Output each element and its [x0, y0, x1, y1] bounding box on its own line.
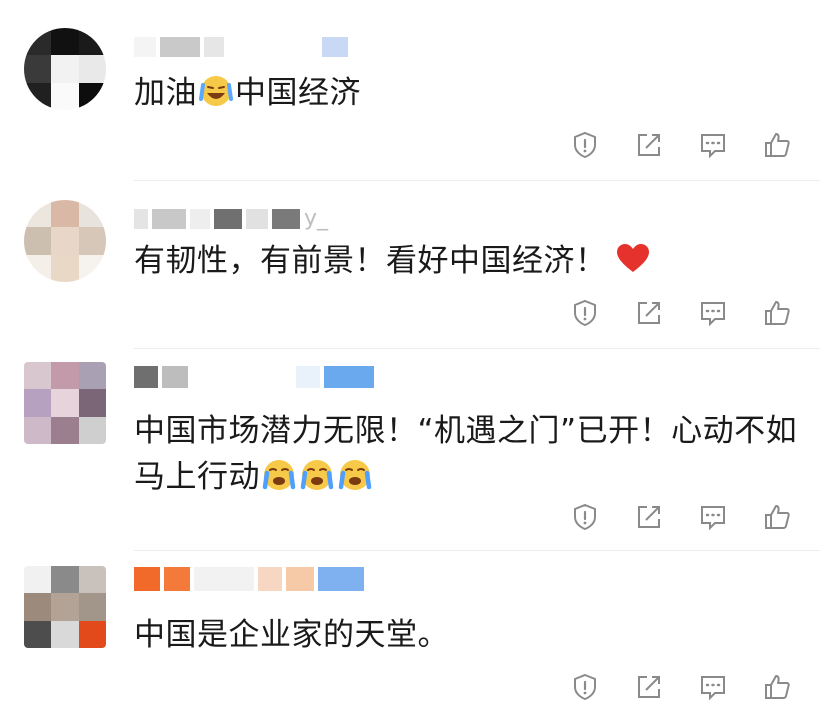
report-icon[interactable]: [570, 502, 600, 532]
report-icon[interactable]: [570, 672, 600, 702]
reply-icon[interactable]: [698, 130, 728, 160]
comment-item: 中国是企业家的天堂。: [0, 552, 820, 720]
comment-actions: [570, 130, 792, 160]
avatar[interactable]: [24, 566, 106, 648]
avatar[interactable]: [24, 362, 106, 444]
reply-icon[interactable]: [698, 672, 728, 702]
username-blurred[interactable]: y_: [134, 208, 328, 230]
comment-text: 中国是企业家的天堂。: [134, 617, 449, 653]
share-icon[interactable]: [634, 130, 664, 160]
avatar[interactable]: [24, 28, 106, 110]
comment-actions: [570, 672, 792, 702]
share-icon[interactable]: [634, 298, 664, 328]
comment-text: 加油 中国经济: [134, 75, 361, 111]
like-icon[interactable]: [762, 298, 792, 328]
comment-item: 中国市场潜力无限！“机遇之门”已开！心动不如 马上行动: [0, 350, 820, 550]
red-heart-icon: [616, 244, 649, 272]
report-icon[interactable]: [570, 298, 600, 328]
face-with-tears-icon: [338, 460, 372, 490]
divider: [134, 550, 820, 551]
like-icon[interactable]: [762, 502, 792, 532]
comment-actions: [570, 502, 792, 532]
face-with-tears-icon: [262, 460, 296, 490]
share-icon[interactable]: [634, 502, 664, 532]
reply-icon[interactable]: [698, 298, 728, 328]
report-icon[interactable]: [570, 130, 600, 160]
share-icon[interactable]: [634, 672, 664, 702]
comment-text: 中国市场潜力无限！“机遇之门”已开！心动不如 马上行动: [134, 413, 798, 495]
comment-item: 加油 中国经济: [0, 0, 820, 180]
reply-icon[interactable]: [698, 502, 728, 532]
like-icon[interactable]: [762, 672, 792, 702]
grinning-face-with-tears-icon: [199, 76, 233, 106]
avatar[interactable]: [24, 200, 106, 282]
comment-item: y_ 有韧性，有前景！看好中国经济！: [0, 180, 820, 350]
divider: [134, 348, 820, 349]
username-blurred[interactable]: [134, 366, 374, 388]
comment-actions: [570, 298, 792, 328]
username-blurred[interactable]: [134, 36, 348, 58]
like-icon[interactable]: [762, 130, 792, 160]
face-with-tears-icon: [300, 460, 334, 490]
comment-text: 有韧性，有前景！看好中国经济！: [134, 238, 804, 284]
username-blurred[interactable]: [134, 567, 364, 591]
